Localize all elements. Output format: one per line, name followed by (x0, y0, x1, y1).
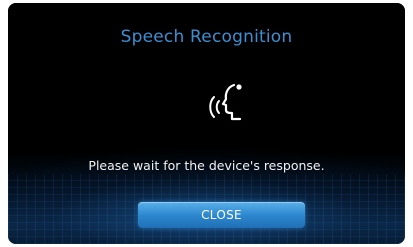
device-frame: Speech Recognition Please wait for the d… (0, 0, 413, 247)
speech-recognition-icon (209, 83, 242, 121)
dialog-title: Speech Recognition (120, 27, 293, 47)
speech-recognition-dialog: Speech Recognition Please wait for the d… (8, 3, 405, 244)
status-message: Please wait for the device's response. (88, 158, 325, 173)
close-button[interactable]: CLOSE (138, 202, 305, 228)
